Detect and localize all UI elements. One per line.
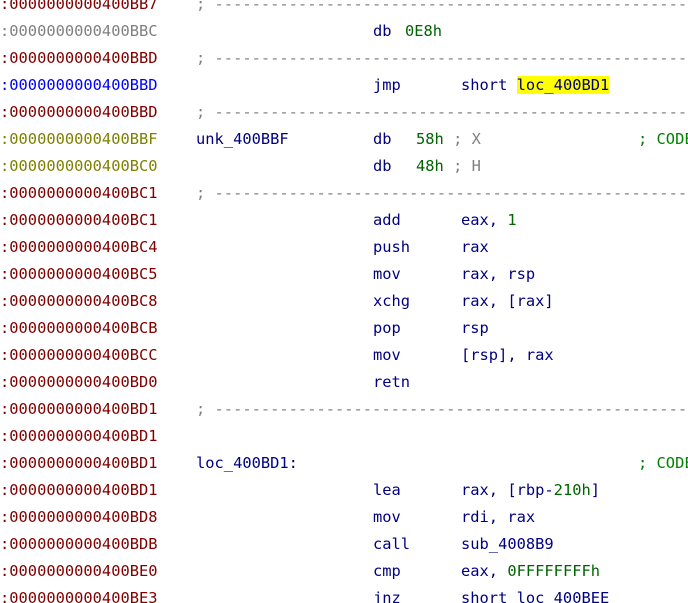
address[interactable]: :0000000000400BBD bbox=[0, 45, 158, 72]
immediate-value[interactable]: 0FFFFFFFFh bbox=[507, 562, 600, 580]
operand[interactable]: rsp bbox=[461, 315, 489, 342]
immediate-value[interactable]: 1 bbox=[507, 211, 516, 229]
mnemonic[interactable]: cmp bbox=[373, 558, 401, 585]
listing-line[interactable]: :0000000000400BC0 db 48h ; H bbox=[0, 153, 688, 180]
data-value[interactable]: 0E8h bbox=[405, 18, 442, 45]
listing-line[interactable]: :0000000000400BBF unk_400BBF db 58h ; X ; CO… bbox=[0, 126, 688, 153]
operand[interactable]: eax, 1 bbox=[461, 207, 517, 234]
listing-line[interactable]: :0000000000400BBD ; ---------------------… bbox=[0, 45, 688, 72]
listing-line[interactable]: :0000000000400BD1 lea rax, [rbp-210h] bbox=[0, 477, 688, 504]
listing-line[interactable]: :0000000000400BBD ; ---------------------… bbox=[0, 99, 688, 126]
address[interactable]: :0000000000400BC5 bbox=[0, 261, 158, 288]
mnemonic[interactable]: pop bbox=[373, 315, 401, 342]
address[interactable]: :0000000000400BD1 bbox=[0, 477, 158, 504]
data-value[interactable]: 58h ; X bbox=[416, 126, 481, 153]
separator-comment: ; --------------------------------------… bbox=[196, 400, 688, 418]
listing-line[interactable]: :0000000000400BD1 ; ---------------------… bbox=[0, 396, 688, 423]
address[interactable]: :0000000000400BE3 bbox=[0, 585, 158, 603]
address[interactable]: :0000000000400BBF bbox=[0, 126, 158, 153]
address[interactable]: :0000000000400BC0 bbox=[0, 153, 158, 180]
listing-line[interactable]: :0000000000400BE3 jnz short loc_400BEE bbox=[0, 585, 688, 603]
address[interactable]: :0000000000400BC1 bbox=[0, 180, 158, 207]
mnemonic[interactable]: add bbox=[373, 207, 401, 234]
mnemonic[interactable]: push bbox=[373, 234, 410, 261]
xref-comment[interactable]: ; CODE XREF bbox=[638, 126, 688, 153]
immediate-value[interactable]: 210h bbox=[554, 481, 591, 499]
operand[interactable]: rax, [rbp-210h] bbox=[461, 477, 600, 504]
mnemonic[interactable]: xchg bbox=[373, 288, 410, 315]
listing-line[interactable]: :0000000000400BCC mov [rsp], rax bbox=[0, 342, 688, 369]
listing-line[interactable]: :0000000000400BC1 add eax, 1 bbox=[0, 207, 688, 234]
char-comment: ; H bbox=[443, 157, 481, 175]
listing-line[interactable]: :0000000000400BC8 xchg rax, [rax] bbox=[0, 288, 688, 315]
operand[interactable]: short loc_400BEE bbox=[461, 585, 609, 603]
listing-line[interactable]: :0000000000400BBC db 0E8h bbox=[0, 18, 688, 45]
label-definition[interactable]: loc_400BD1: bbox=[196, 450, 298, 477]
label-colon: : bbox=[288, 454, 298, 472]
address[interactable]: :0000000000400BD1 bbox=[0, 423, 158, 450]
mnemonic[interactable]: jnz bbox=[373, 585, 401, 603]
mnemonic[interactable]: jmp bbox=[373, 72, 401, 99]
listing-line[interactable]: :0000000000400BE0 cmp eax, 0FFFFFFFFh bbox=[0, 558, 688, 585]
listing-line[interactable]: :0000000000400BD0 retn bbox=[0, 369, 688, 396]
jump-target-highlighted[interactable]: loc_400BD1 bbox=[516, 76, 610, 94]
address[interactable]: :0000000000400BD0 bbox=[0, 369, 158, 396]
mnemonic[interactable]: call bbox=[373, 531, 410, 558]
operand[interactable]: rdi, rax bbox=[461, 504, 535, 531]
listing-line[interactable]: :0000000000400BC5 mov rax, rsp bbox=[0, 261, 688, 288]
separator-comment: ; --------------------------------------… bbox=[196, 184, 688, 202]
mnemonic[interactable]: mov bbox=[373, 342, 401, 369]
address[interactable]: :0000000000400BCC bbox=[0, 342, 158, 369]
address[interactable]: :0000000000400BBC bbox=[0, 18, 158, 45]
address[interactable]: :0000000000400BC8 bbox=[0, 288, 158, 315]
address[interactable]: :0000000000400BD1 bbox=[0, 450, 158, 477]
operand[interactable]: short loc_400BD1 bbox=[461, 72, 610, 99]
separator-comment: ; --------------------------------------… bbox=[196, 0, 688, 13]
operand[interactable]: rax bbox=[461, 234, 489, 261]
data-value[interactable]: 48h ; H bbox=[416, 153, 481, 180]
listing-line[interactable]: :0000000000400BBD jmp short loc_400BD1 bbox=[0, 72, 688, 99]
address[interactable]: :0000000000400BBD bbox=[0, 99, 158, 126]
mnemonic[interactable]: mov bbox=[373, 261, 401, 288]
label-name[interactable]: unk_400BBF bbox=[196, 126, 289, 153]
address[interactable]: :0000000000400BB7 bbox=[0, 0, 158, 18]
address[interactable]: :0000000000400BC1 bbox=[0, 207, 158, 234]
operand[interactable]: eax, 0FFFFFFFFh bbox=[461, 558, 600, 585]
mnemonic[interactable]: lea bbox=[373, 477, 401, 504]
listing-line[interactable]: :0000000000400BC4 push rax bbox=[0, 234, 688, 261]
operand[interactable]: sub_4008B9 bbox=[461, 531, 554, 558]
operand[interactable]: [rsp], rax bbox=[461, 342, 554, 369]
listing-line[interactable]: :0000000000400BCB pop rsp bbox=[0, 315, 688, 342]
operand[interactable]: rax, [rax] bbox=[461, 288, 554, 315]
address[interactable]: :0000000000400BBD bbox=[0, 72, 158, 99]
listing-line[interactable]: :0000000000400BB7 ; ---------------------… bbox=[0, 0, 688, 18]
listing-line[interactable]: :0000000000400BD1 loc_400BD1: ; CODE XREF bbox=[0, 450, 688, 477]
mnemonic[interactable]: retn bbox=[373, 369, 410, 396]
mnemonic[interactable]: db bbox=[373, 126, 392, 153]
listing-line[interactable]: :0000000000400BD1 bbox=[0, 423, 688, 450]
mnemonic[interactable]: db bbox=[373, 18, 392, 45]
address[interactable]: :0000000000400BC4 bbox=[0, 234, 158, 261]
address[interactable]: :0000000000400BCB bbox=[0, 315, 158, 342]
address[interactable]: :0000000000400BD8 bbox=[0, 504, 158, 531]
address[interactable]: :0000000000400BD1 bbox=[0, 396, 158, 423]
address[interactable]: :0000000000400BE0 bbox=[0, 558, 158, 585]
disassembly-listing[interactable]: :0000000000400BB7 ; ---------------------… bbox=[0, 0, 688, 603]
mnemonic[interactable]: db bbox=[373, 153, 392, 180]
listing-line[interactable]: :0000000000400BDB call sub_4008B9 bbox=[0, 531, 688, 558]
mnemonic[interactable]: mov bbox=[373, 504, 401, 531]
listing-line[interactable]: :0000000000400BC1 ; ---------------------… bbox=[0, 180, 688, 207]
listing-line[interactable]: :0000000000400BD8 mov rdi, rax bbox=[0, 504, 688, 531]
label-name-highlighted[interactable]: loc_400BD1 bbox=[196, 454, 289, 472]
separator-comment: ; --------------------------------------… bbox=[196, 103, 688, 121]
separator-comment: ; --------------------------------------… bbox=[196, 49, 688, 67]
operand[interactable]: rax, rsp bbox=[461, 261, 535, 288]
address[interactable]: :0000000000400BDB bbox=[0, 531, 158, 558]
char-comment: ; X bbox=[443, 130, 481, 148]
xref-comment[interactable]: ; CODE XREF bbox=[638, 450, 688, 477]
